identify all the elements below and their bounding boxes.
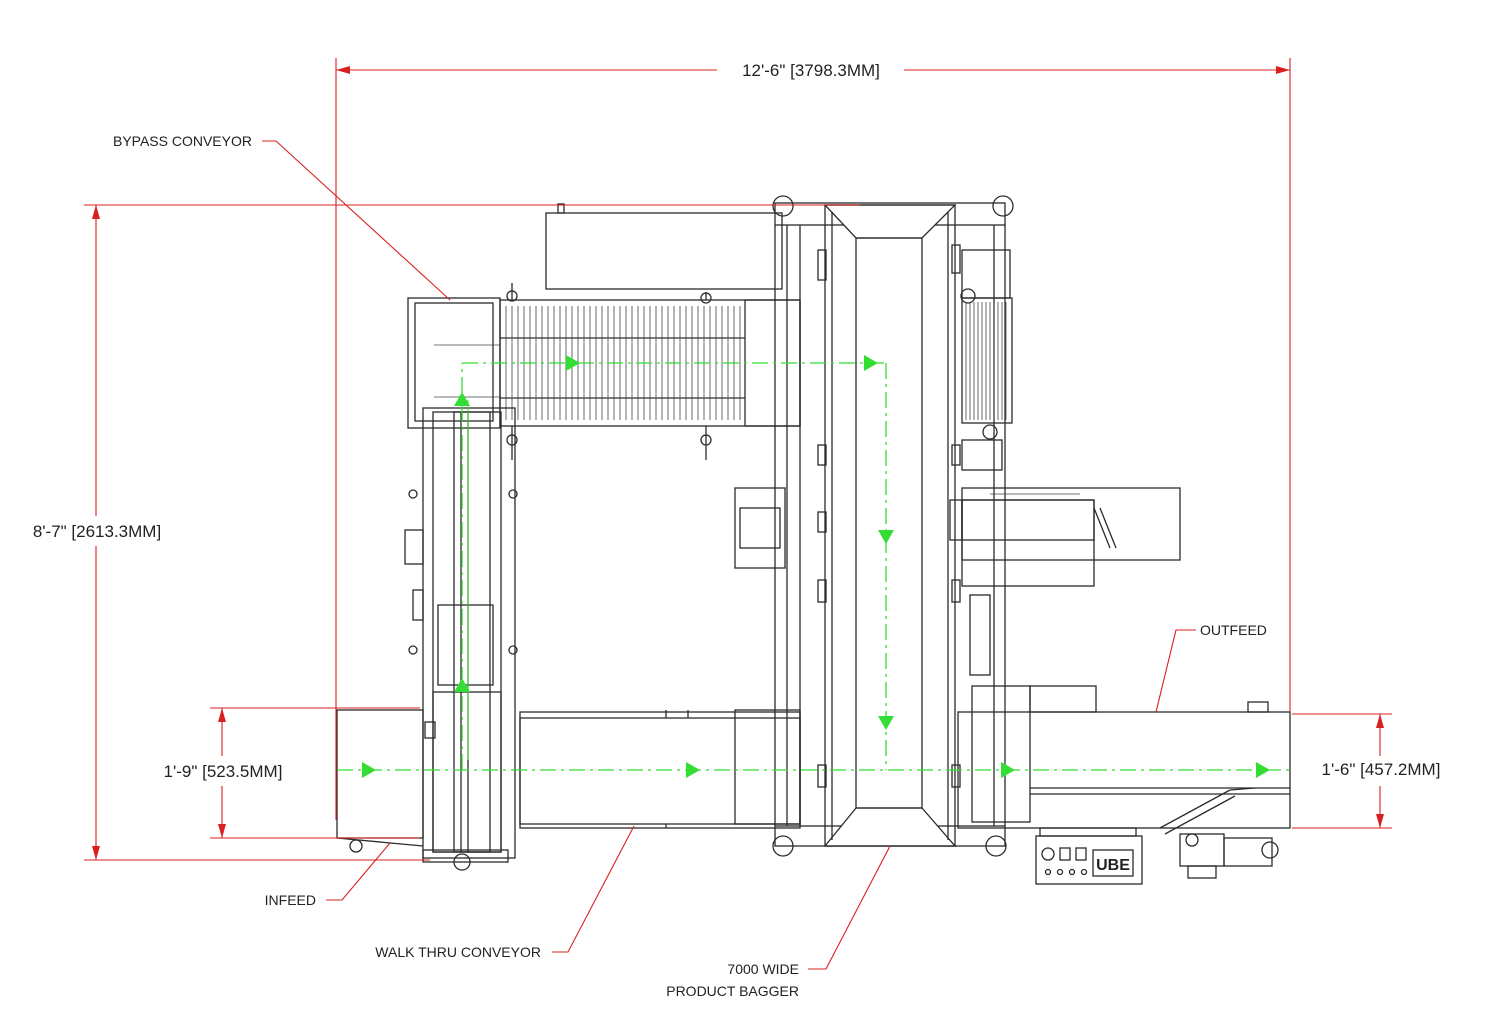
- callout-leaders: [262, 140, 1196, 970]
- walk-thru-conveyor-callout: WALK THRU CONVEYOR: [375, 944, 541, 960]
- overall-depth-dimension: 8'-7" [2613.3MM]: [33, 522, 161, 541]
- product-bagger-callout-line1: 7000 WIDE: [727, 961, 799, 977]
- product-flow: [337, 355, 1290, 778]
- flow-arrow: [454, 392, 470, 406]
- machine-layout-drawing: UBE 12'-6" [3798.3MM] 8'-7" [2613.3MM] 1…: [33, 58, 1441, 999]
- flow-arrow: [1256, 762, 1270, 778]
- dimension-lines: [84, 58, 1392, 861]
- outfeed-conveyor: [957, 685, 1291, 837]
- control-panel-logo: UBE: [1096, 857, 1130, 874]
- bypass-conveyor: [407, 283, 801, 460]
- flow-arrow: [362, 762, 376, 778]
- side-table: [949, 487, 1181, 676]
- bypass-conveyor-callout: BYPASS CONVEYOR: [113, 133, 252, 149]
- infeed-section: [336, 709, 509, 871]
- product-bagger: [772, 195, 1014, 857]
- machine-outline: UBE: [336, 195, 1291, 885]
- control-panel: UBE: [1035, 835, 1143, 885]
- walk-thru-conveyor: [519, 709, 801, 829]
- outfeed-height-dimension: 1'-6" [457.2MM]: [1322, 760, 1441, 779]
- infeed-height-dimension: 1'-9" [523.5MM]: [164, 762, 283, 781]
- flow-arrow: [686, 762, 700, 778]
- flow-arrow: [864, 355, 878, 371]
- flow-arrow: [878, 530, 894, 544]
- overall-width-dimension: 12'-6" [3798.3MM]: [742, 61, 880, 80]
- outfeed-callout: OUTFEED: [1200, 622, 1267, 638]
- flow-arrow: [1001, 762, 1015, 778]
- incline-conveyor: [404, 407, 518, 859]
- product-bagger-callout-line2: PRODUCT BAGGER: [666, 983, 799, 999]
- infeed-callout: INFEED: [265, 892, 316, 908]
- outfeed-motor: [1179, 833, 1279, 879]
- flow-arrow: [878, 716, 894, 730]
